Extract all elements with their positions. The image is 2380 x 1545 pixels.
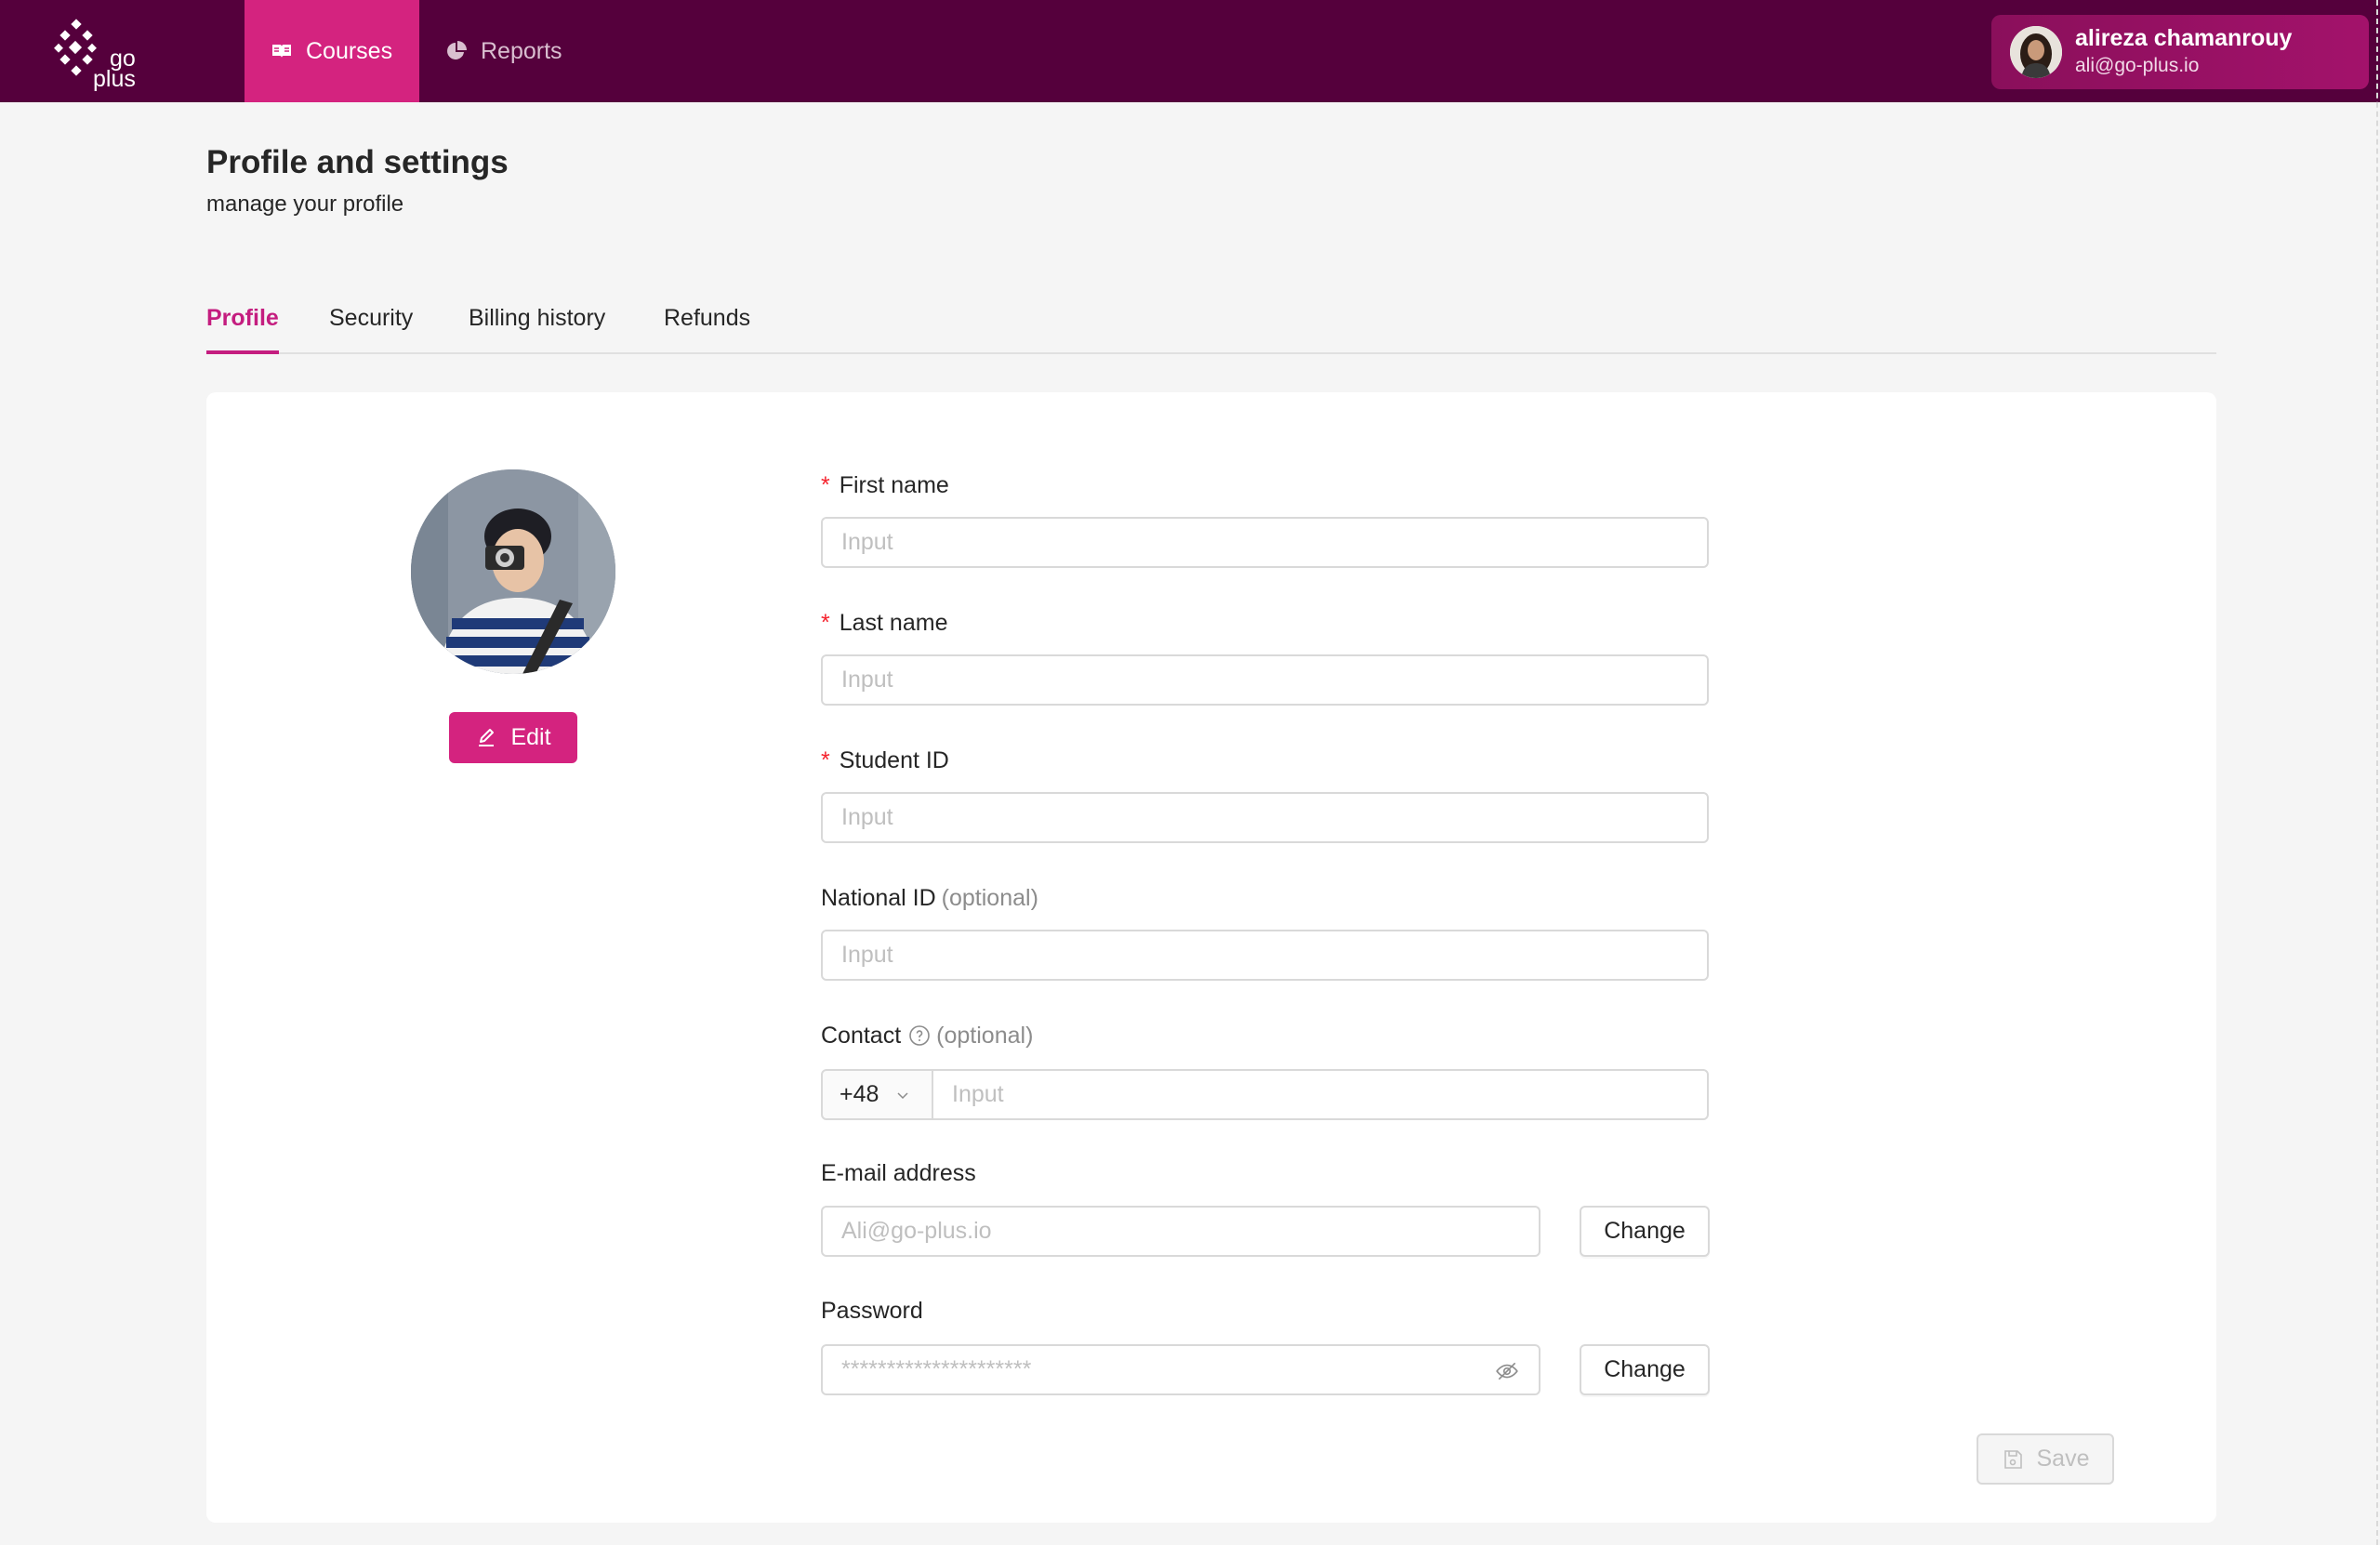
nav-courses-label: Courses	[306, 37, 393, 64]
book-icon	[272, 45, 291, 58]
save-icon	[2003, 1449, 2022, 1469]
contact-label-text: Contact	[821, 1023, 902, 1049]
student-id-input[interactable]	[821, 792, 1709, 843]
national-id-input[interactable]	[821, 930, 1709, 981]
pie-chart-icon	[447, 41, 467, 59]
first-name-label: * First name	[821, 472, 949, 499]
contact-input[interactable]	[932, 1069, 1709, 1120]
user-menu[interactable]: alireza chamanrouy ali@go-plus.io	[1991, 15, 2369, 89]
edit-avatar-button[interactable]: Edit	[449, 712, 577, 763]
student-id-label: * Student ID	[821, 747, 949, 774]
last-name-label: * Last name	[821, 610, 947, 637]
nav-reports[interactable]: Reports	[419, 0, 588, 102]
change-email-button[interactable]: Change	[1580, 1206, 1710, 1257]
email-input[interactable]	[821, 1206, 1540, 1257]
page-title: Profile and settings	[206, 144, 509, 180]
edit-button-label: Edit	[510, 724, 551, 750]
country-code-select[interactable]: +48	[821, 1069, 933, 1120]
first-name-label-text: First name	[839, 472, 949, 498]
last-name-input[interactable]	[821, 654, 1709, 706]
change-password-button[interactable]: Change	[1580, 1344, 1710, 1395]
save-button[interactable]: Save	[1977, 1433, 2114, 1485]
country-code-value: +48	[840, 1081, 879, 1107]
tab-refunds[interactable]: Refunds	[664, 305, 750, 354]
question-circle-icon[interactable]	[908, 1024, 931, 1047]
nav-courses[interactable]: Courses	[245, 0, 419, 102]
logo-wordmark: go plus	[93, 47, 136, 91]
tab-security[interactable]: Security	[329, 305, 413, 354]
eye-invisible-icon[interactable]	[1495, 1359, 1519, 1383]
first-name-input[interactable]	[821, 517, 1709, 568]
nav-reports-label: Reports	[481, 37, 562, 64]
settings-tabs: Profile Security Billing history Refunds	[206, 296, 2216, 354]
password-label: Password	[821, 1298, 923, 1325]
logo-line-plus: plus	[93, 66, 136, 92]
save-button-label: Save	[2036, 1446, 2090, 1472]
profile-avatar	[411, 469, 615, 674]
optional-hint: (optional)	[936, 1023, 1034, 1049]
required-mark: *	[821, 747, 830, 773]
password-input[interactable]	[821, 1344, 1540, 1395]
user-avatar	[2010, 26, 2062, 78]
chevron-down-icon	[897, 1091, 908, 1099]
optional-hint: (optional)	[941, 885, 1038, 911]
required-mark: *	[821, 610, 830, 636]
national-id-label-text: National ID	[821, 885, 936, 911]
go-plus-logo[interactable]: go plus	[54, 19, 147, 91]
tab-profile[interactable]: Profile	[206, 305, 279, 354]
password-label-text: Password	[821, 1298, 923, 1324]
national-id-label: National ID (optional)	[821, 885, 1038, 912]
contact-label: Contact (optional)	[821, 1023, 1033, 1050]
user-name: alireza chamanrouy	[2075, 25, 2293, 51]
top-navbar: go plus Courses Reports alireza chamanro…	[0, 0, 2380, 102]
tab-billing-history[interactable]: Billing history	[469, 305, 605, 354]
last-name-label-text: Last name	[839, 610, 948, 636]
email-label-text: E-mail address	[821, 1160, 976, 1186]
required-mark: *	[821, 472, 830, 498]
student-id-label-text: Student ID	[839, 747, 949, 773]
page-edge-divider	[2376, 0, 2380, 1545]
page-subtitle: manage your profile	[206, 191, 404, 217]
pencil-icon	[479, 728, 495, 746]
user-email: ali@go-plus.io	[2075, 55, 2200, 76]
email-label: E-mail address	[821, 1160, 976, 1187]
